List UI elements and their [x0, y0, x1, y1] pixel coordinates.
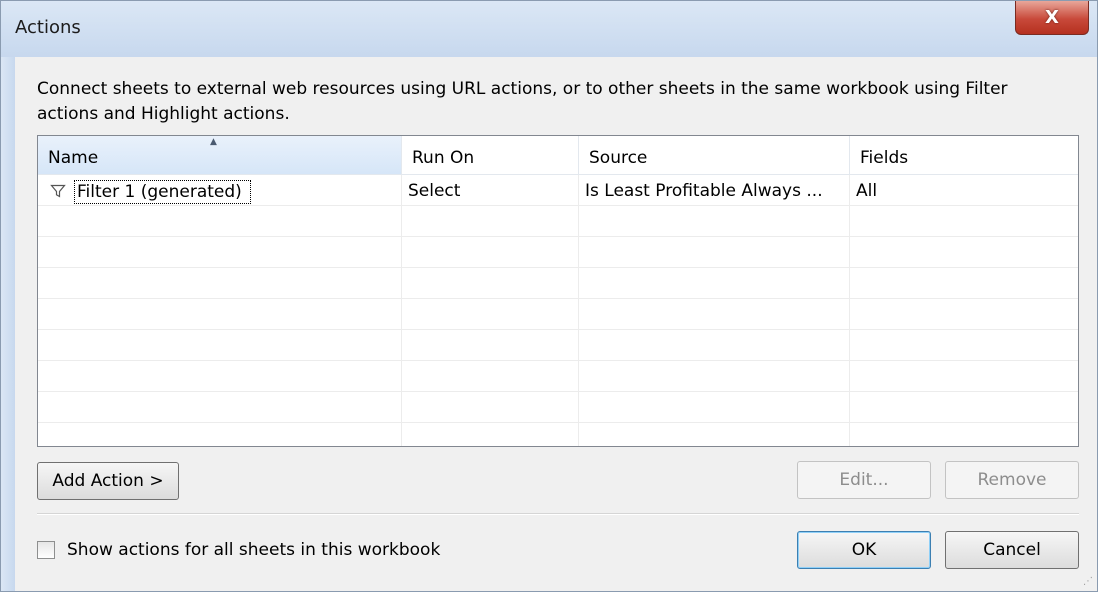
column-header-run-on[interactable]: Run On: [402, 136, 579, 174]
empty-cell: [38, 423, 402, 446]
empty-cell: [38, 206, 402, 236]
show-all-sheets-checkbox[interactable]: [37, 541, 55, 559]
empty-cell: [402, 330, 579, 360]
empty-row: [38, 330, 1078, 361]
title-bar: Actions X: [1, 1, 1097, 57]
sort-ascending-icon: ▲: [210, 137, 217, 147]
column-header-name[interactable]: ▲ Name: [38, 136, 402, 174]
empty-row: [38, 392, 1078, 423]
empty-cell: [850, 330, 1078, 360]
column-header-label: Run On: [412, 148, 475, 168]
empty-row: [38, 423, 1078, 446]
remove-button[interactable]: Remove: [945, 461, 1079, 499]
window-frame: [1, 57, 15, 591]
empty-cell: [402, 206, 579, 236]
column-header-label: Fields: [860, 148, 909, 168]
empty-cell: [579, 423, 850, 446]
separator: [37, 513, 1079, 515]
column-header-label: Source: [589, 148, 648, 168]
empty-cell: [579, 361, 850, 391]
cancel-button[interactable]: Cancel: [945, 531, 1079, 569]
edit-button[interactable]: Edit...: [797, 461, 931, 499]
description-text: Connect sheets to external web resources…: [37, 79, 1008, 124]
empty-cell: [402, 392, 579, 422]
empty-cell: [579, 330, 850, 360]
empty-row: [38, 206, 1078, 237]
empty-cell: [579, 392, 850, 422]
dialog-title: Actions: [15, 17, 81, 38]
empty-cell: [402, 361, 579, 391]
empty-row: [38, 299, 1078, 330]
close-button[interactable]: X: [1015, 1, 1089, 35]
empty-cell: [850, 206, 1078, 236]
cell-name: Filter 1 (generated): [38, 175, 402, 205]
resize-grip-icon[interactable]: ⋰: [1083, 577, 1093, 587]
show-all-sheets-label[interactable]: Show actions for all sheets in this work…: [67, 540, 440, 560]
table-row[interactable]: Filter 1 (generated) Select Is Least Pro…: [38, 175, 1078, 206]
column-header-fields[interactable]: Fields: [850, 136, 1078, 174]
table-header: ▲ Name Run On Source Fields: [38, 136, 1078, 175]
empty-cell: [850, 237, 1078, 267]
empty-cell: [38, 392, 402, 422]
empty-cell: [579, 206, 850, 236]
empty-cell: [579, 268, 850, 298]
empty-row: [38, 268, 1078, 299]
actions-table[interactable]: ▲ Name Run On Source Fields Filter 1 (ge…: [37, 135, 1079, 447]
empty-cell: [38, 299, 402, 329]
empty-cell: [850, 268, 1078, 298]
close-icon: X: [1045, 7, 1059, 28]
empty-cell: [38, 330, 402, 360]
add-action-button[interactable]: Add Action >: [37, 462, 179, 500]
cell-fields: All: [856, 181, 878, 201]
actions-dialog: Actions X Connect sheets to external web…: [0, 0, 1098, 592]
empty-cell: [38, 361, 402, 391]
cell-source: Is Least Profitable Always ...: [579, 175, 850, 205]
cell-run-on: Select: [402, 175, 579, 205]
empty-row: [38, 237, 1078, 268]
empty-cell: [579, 237, 850, 267]
empty-cell: [38, 237, 402, 267]
empty-cell: [850, 299, 1078, 329]
empty-cell: [850, 392, 1078, 422]
empty-row: [38, 361, 1078, 392]
column-header-label: Name: [48, 148, 99, 168]
column-header-source[interactable]: Source: [579, 136, 850, 174]
filter-icon: [50, 184, 66, 198]
empty-cell: [850, 423, 1078, 446]
empty-cell: [402, 237, 579, 267]
ok-button[interactable]: OK: [797, 531, 931, 569]
empty-cell: [850, 361, 1078, 391]
empty-cell: [402, 268, 579, 298]
empty-cell: [38, 268, 402, 298]
action-name: Filter 1 (generated): [74, 179, 251, 204]
empty-cell: [402, 299, 579, 329]
empty-cell: [579, 299, 850, 329]
empty-cell: [402, 423, 579, 446]
